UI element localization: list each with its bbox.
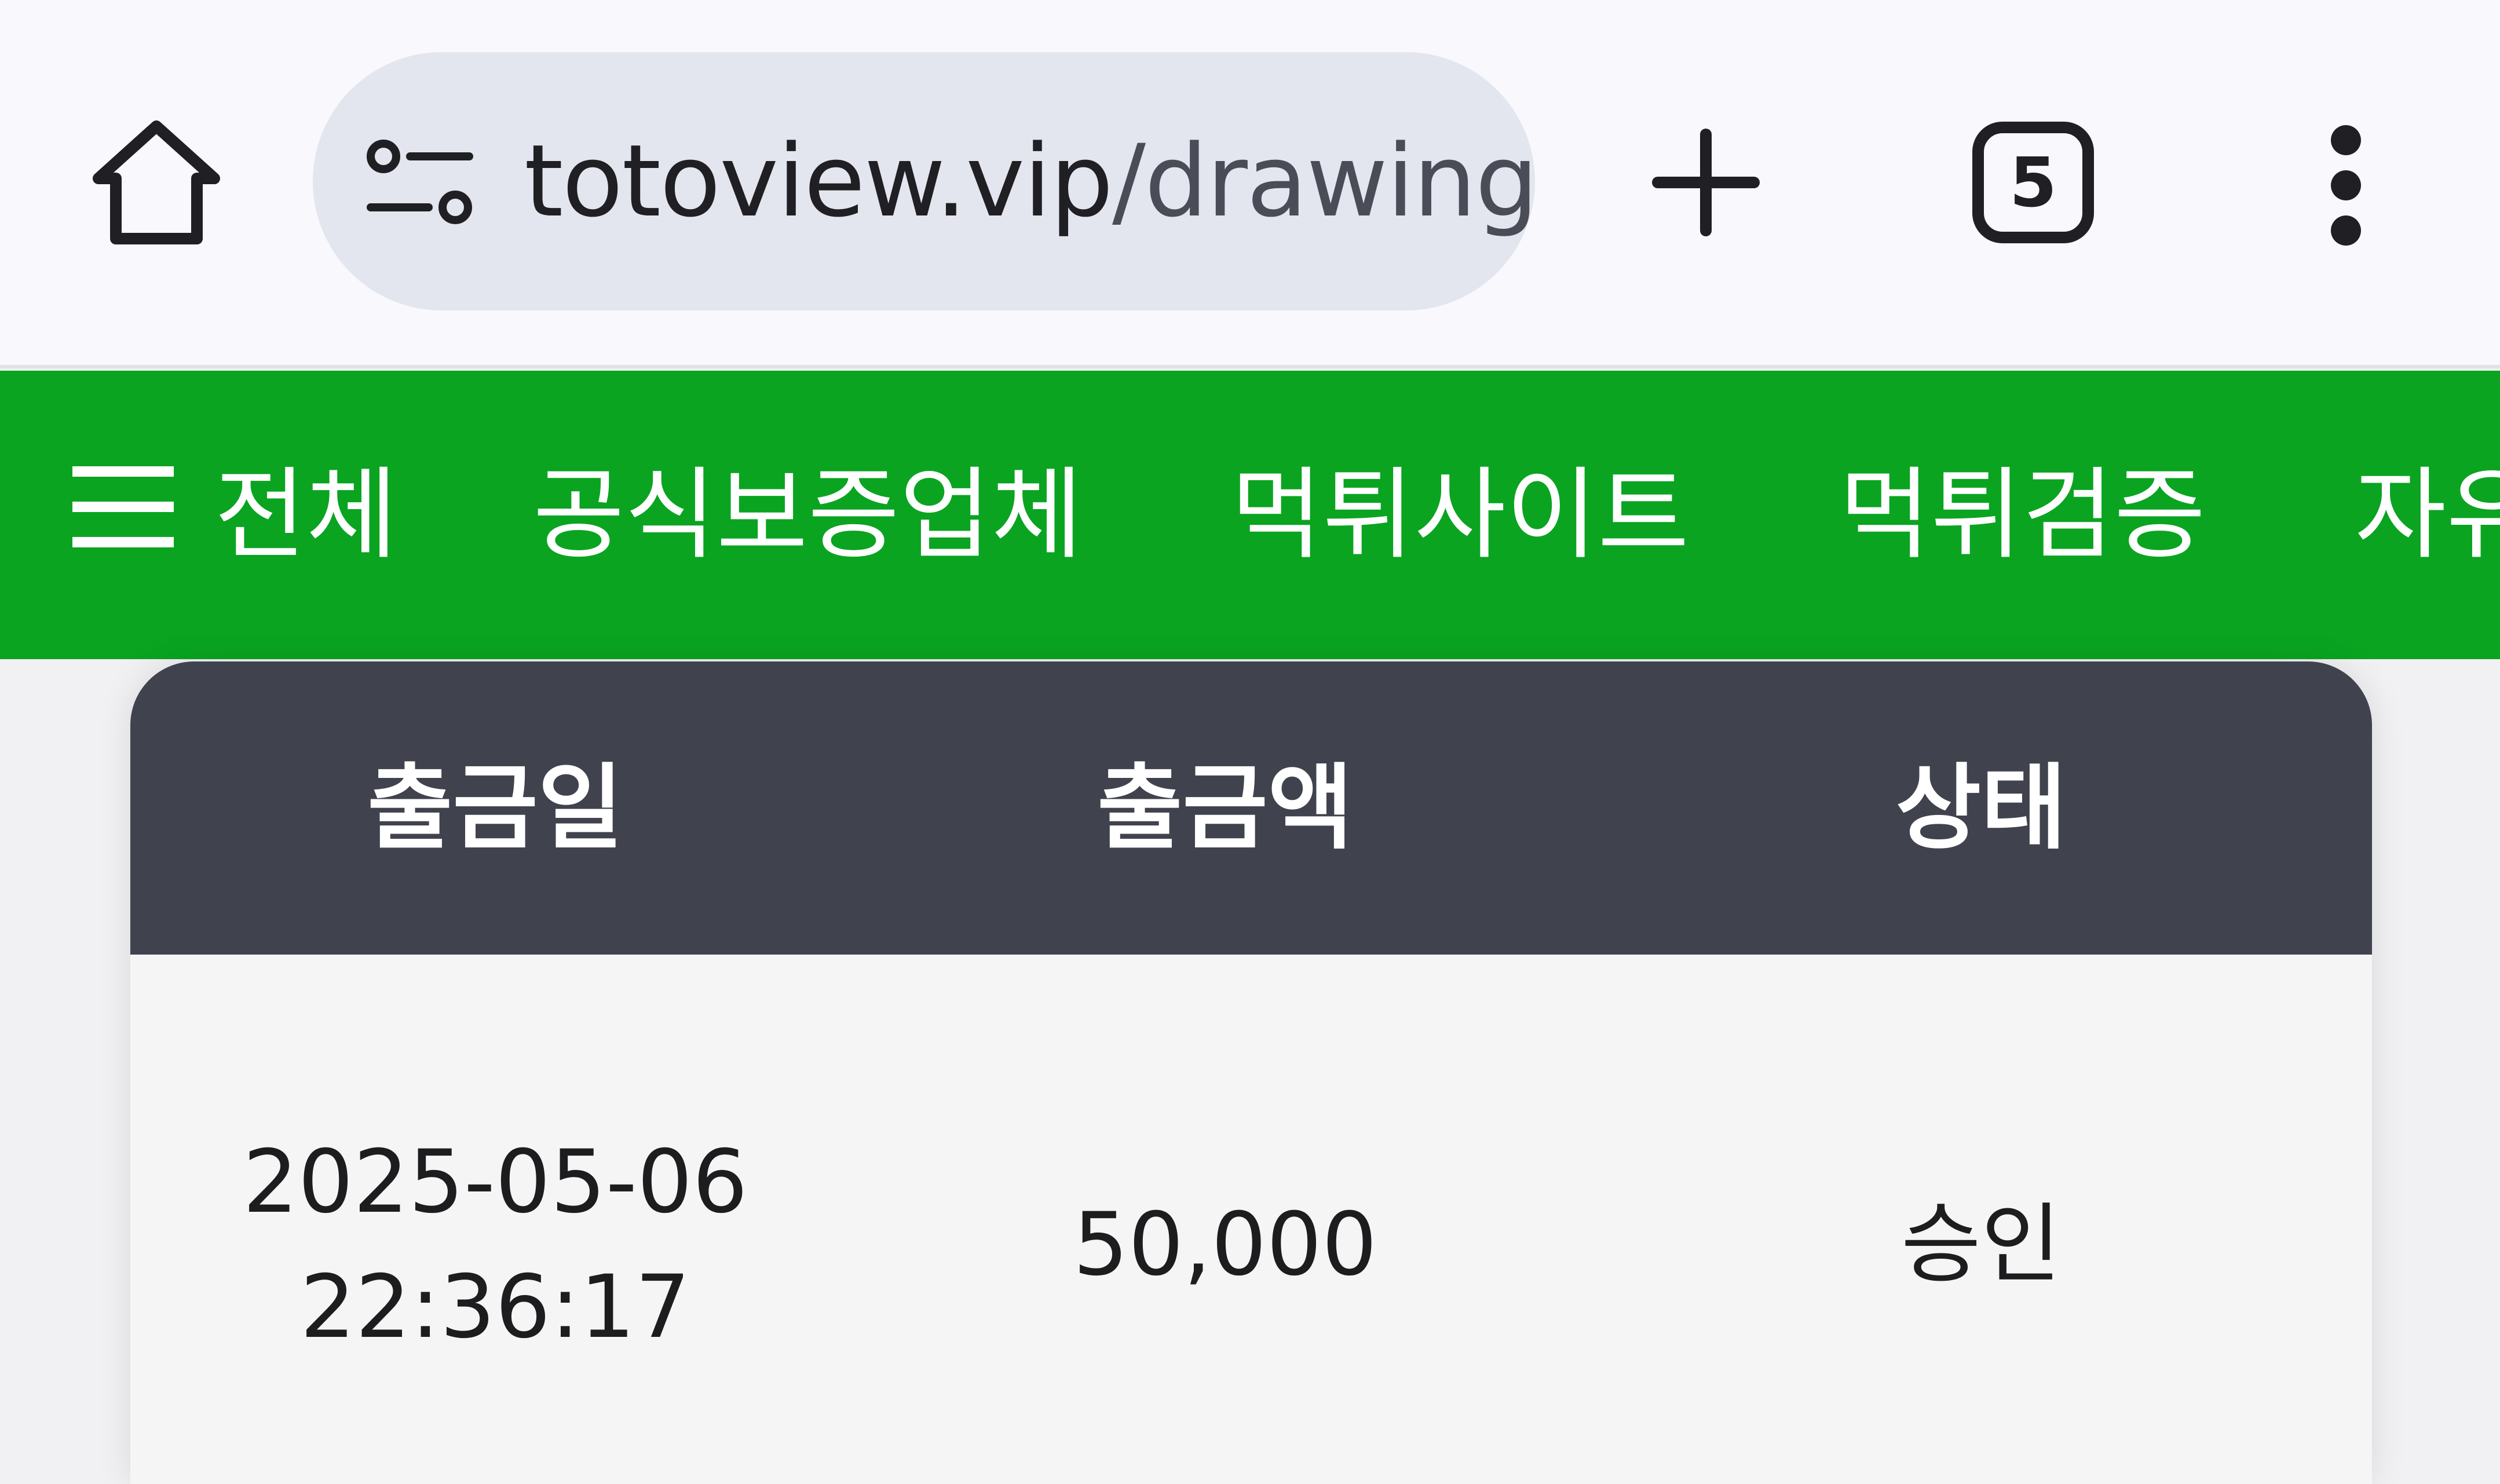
- status-text: 승인: [1900, 1194, 2061, 1295]
- cell-withdraw-amount: 50,000: [860, 955, 1590, 1484]
- nav-item-official-guarantee[interactable]: 공식보증업체: [533, 371, 1083, 659]
- url-host: totoview.vip: [524, 123, 1113, 239]
- withdrawal-table: 출금일 출금액 상태 2025-05-06 22:36:17 50,000 승인: [130, 661, 2372, 1484]
- header-status: 상태: [1895, 754, 2067, 862]
- category-nav: 전체 공식보증업체 먹튀사이트 먹튀검증 자유: [0, 371, 2500, 659]
- cell-status: 승인: [1590, 955, 2372, 1484]
- nav-item-scam-sites[interactable]: 먹튀사이트: [1231, 371, 1689, 659]
- hamburger-icon[interactable]: [72, 463, 174, 550]
- tab-count: 5: [2009, 142, 2057, 222]
- url-path: /drawing: [1112, 123, 1535, 239]
- home-icon[interactable]: [87, 116, 226, 255]
- url-text[interactable]: totoview.vip/drawing: [524, 52, 1535, 310]
- address-bar[interactable]: totoview.vip/drawing: [313, 52, 1535, 310]
- nav-item-free[interactable]: 자유: [2355, 371, 2500, 659]
- header-withdraw-date: 출금일: [367, 754, 623, 862]
- amount-text: 50,000: [1073, 1194, 1377, 1295]
- time-text: 22:36:17: [300, 1257, 690, 1358]
- table-header: 출금일 출금액 상태: [130, 661, 2372, 955]
- date-text: 2025-05-06: [243, 1132, 748, 1233]
- tab-switcher-button[interactable]: 5: [1972, 122, 2094, 243]
- header-withdraw-amount: 출금액: [1097, 754, 1353, 862]
- more-vert-icon[interactable]: [2311, 122, 2381, 249]
- tune-icon[interactable]: [365, 139, 475, 226]
- nav-item-scam-verify[interactable]: 먹튀검증: [1839, 371, 2206, 659]
- table-row: 2025-05-06 22:36:17 50,000 승인: [130, 955, 2372, 1484]
- browser-toolbar: totoview.vip/drawing 5: [0, 0, 2500, 367]
- plus-icon[interactable]: [1651, 127, 1761, 237]
- toolbar-divider: [0, 365, 2500, 368]
- nav-item-all[interactable]: 전체: [214, 371, 397, 659]
- cell-withdraw-date: 2025-05-06 22:36:17: [130, 955, 860, 1484]
